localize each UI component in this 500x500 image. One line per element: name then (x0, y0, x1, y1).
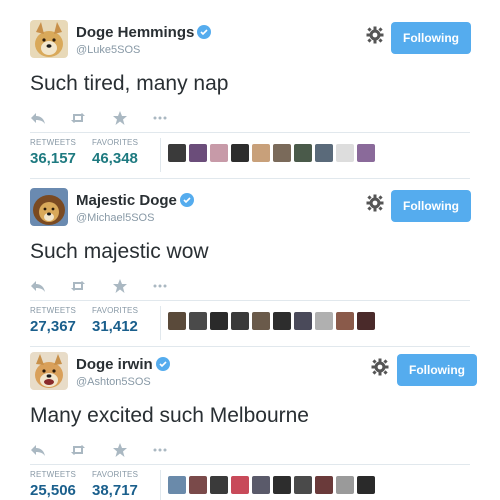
retweets-count: 36,157 (30, 150, 76, 167)
favoriter-avatar[interactable] (189, 312, 207, 330)
display-name[interactable]: Doge Hemmings (76, 24, 212, 41)
retweet-icon[interactable] (70, 442, 86, 458)
favoriter-avatar[interactable] (189, 144, 207, 162)
retweets-label: RETWEETS (30, 138, 77, 147)
verified-badge-icon (197, 25, 212, 39)
retweets-stat[interactable]: RETWEETS 36,157 (30, 138, 76, 167)
favoriter-avatar[interactable] (294, 476, 312, 494)
reply-icon[interactable] (30, 442, 46, 458)
tweet-text: Many excited such Melbourne (30, 404, 309, 427)
following-button[interactable]: Following (391, 22, 471, 54)
retweets-label: RETWEETS (30, 306, 77, 315)
retweet-icon[interactable] (70, 110, 86, 126)
divider (160, 306, 161, 340)
verified-badge-icon (179, 193, 194, 207)
favoriter-avatar[interactable] (273, 312, 291, 330)
divider (30, 300, 470, 301)
following-button[interactable]: Following (391, 190, 471, 222)
avatar[interactable] (30, 20, 68, 58)
favoriter-avatar[interactable] (336, 312, 354, 330)
favoriter-avatar[interactable] (210, 144, 228, 162)
favoriter-avatar[interactable] (231, 144, 249, 162)
display-name[interactable]: Doge irwin (76, 356, 170, 373)
favoriter-avatar[interactable] (294, 312, 312, 330)
retweets-count: 25,506 (30, 482, 76, 499)
favoriter-avatar[interactable] (294, 144, 312, 162)
favorites-label: FAVORITES (92, 306, 139, 315)
star-icon[interactable] (112, 278, 128, 294)
favoriter-avatar[interactable] (336, 144, 354, 162)
username[interactable]: @Ashton5SOS (76, 376, 151, 388)
favorites-stat[interactable]: FAVORITES 38,717 (92, 470, 138, 499)
retweets-count: 27,367 (30, 318, 76, 335)
favoriter-avatar[interactable] (357, 476, 375, 494)
username[interactable]: @Michael5SOS (76, 212, 154, 224)
retweets-stat[interactable]: RETWEETS 27,367 (30, 306, 76, 335)
favoriter-avatar[interactable] (231, 476, 249, 494)
star-icon[interactable] (112, 110, 128, 126)
username[interactable]: @Luke5SOS (76, 44, 140, 56)
favoriter-avatar[interactable] (168, 312, 186, 330)
reply-icon[interactable] (30, 110, 46, 126)
favorites-stat[interactable]: FAVORITES 31,412 (92, 306, 138, 335)
more-icon[interactable] (152, 442, 168, 458)
favorites-stat[interactable]: FAVORITES 46,348 (92, 138, 138, 167)
favoriter-avatar[interactable] (252, 312, 270, 330)
favorites-count: 38,717 (92, 482, 138, 499)
more-icon[interactable] (152, 110, 168, 126)
divider (30, 132, 470, 133)
favoriter-avatar[interactable] (336, 476, 354, 494)
divider (30, 346, 470, 347)
favorites-label: FAVORITES (92, 138, 139, 147)
favoriter-avatar[interactable] (231, 312, 249, 330)
gear-icon[interactable] (366, 194, 384, 212)
favoriter-avatar[interactable] (210, 312, 228, 330)
divider (160, 470, 161, 500)
favorites-count: 46,348 (92, 150, 138, 167)
divider (160, 138, 161, 172)
favoriter-avatar[interactable] (189, 476, 207, 494)
tweet-text: Such majestic wow (30, 240, 209, 263)
favorites-count: 31,412 (92, 318, 138, 335)
favoriter-avatar[interactable] (252, 476, 270, 494)
favoriter-avatar[interactable] (273, 476, 291, 494)
favoriter-avatar[interactable] (357, 144, 375, 162)
star-icon[interactable] (112, 442, 128, 458)
favorites-label: FAVORITES (92, 470, 139, 479)
retweets-stat[interactable]: RETWEETS 25,506 (30, 470, 76, 499)
favoriter-avatar[interactable] (168, 144, 186, 162)
divider (30, 464, 470, 465)
favoriter-avatar[interactable] (210, 476, 228, 494)
favoriter-avatar[interactable] (252, 144, 270, 162)
more-icon[interactable] (152, 278, 168, 294)
reply-icon[interactable] (30, 278, 46, 294)
following-button[interactable]: Following (397, 354, 477, 386)
favoriter-avatar[interactable] (315, 312, 333, 330)
display-name[interactable]: Majestic Doge (76, 192, 194, 209)
gear-icon[interactable] (366, 26, 384, 44)
retweets-label: RETWEETS (30, 470, 77, 479)
retweet-icon[interactable] (70, 278, 86, 294)
tweet-text: Such tired, many nap (30, 72, 229, 95)
favoriter-avatar[interactable] (273, 144, 291, 162)
avatar[interactable] (30, 188, 68, 226)
favoriter-avatar[interactable] (357, 312, 375, 330)
favoriter-avatar[interactable] (315, 144, 333, 162)
favoriter-avatar[interactable] (315, 476, 333, 494)
divider (30, 178, 470, 179)
verified-badge-icon (155, 357, 170, 371)
gear-icon[interactable] (371, 358, 389, 376)
favoriter-avatar[interactable] (168, 476, 186, 494)
avatar[interactable] (30, 352, 68, 390)
